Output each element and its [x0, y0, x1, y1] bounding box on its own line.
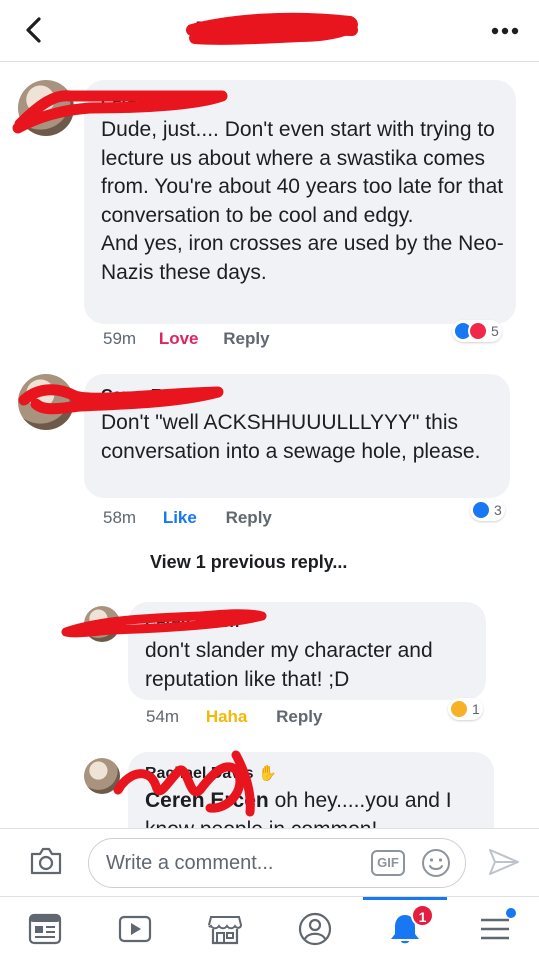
- reply-button[interactable]: Reply: [226, 508, 272, 528]
- nav-watch[interactable]: [90, 897, 180, 960]
- nav-notifications[interactable]: [360, 897, 450, 960]
- comment-text: Don't "well ACKSHHUUULLLYYY" this conver…: [101, 409, 501, 466]
- reaction-count: 1: [472, 701, 480, 717]
- like-reaction-icon: [471, 500, 491, 520]
- comment-actions: 58m Like Reply: [103, 508, 272, 528]
- view-previous-replies-link[interactable]: View 1 previous reply...: [150, 552, 347, 573]
- reaction-count: 5: [491, 323, 499, 339]
- comment-actions: 59m Love Reply: [103, 329, 270, 349]
- avatar[interactable]: [84, 606, 120, 642]
- bottom-navigation: [0, 896, 539, 960]
- nav-menu[interactable]: [450, 897, 539, 960]
- comment-text-line: Dude, just.... Don't even start with try…: [101, 118, 504, 284]
- active-tab-indicator: [363, 897, 447, 900]
- notification-badge: 1: [411, 904, 434, 927]
- comment-time: 59m: [103, 329, 137, 348]
- haha-reaction-icon: [449, 699, 469, 719]
- haha-button[interactable]: Haha: [206, 707, 248, 727]
- comment-input[interactable]: Write a comment... GIF: [88, 838, 466, 888]
- reaction-summary[interactable]: 5: [452, 320, 502, 342]
- comment-text: don't slander my character and reputatio…: [145, 637, 480, 694]
- gif-button[interactable]: GIF: [371, 850, 405, 876]
- comment-author[interactable]: Rachael Davis ✋: [145, 764, 277, 783]
- comment-author[interactable]: Ceren Ercen: [101, 387, 195, 405]
- send-icon[interactable]: [487, 846, 521, 878]
- reply-button[interactable]: Reply: [276, 707, 322, 727]
- reply-button[interactable]: Reply: [223, 329, 269, 349]
- like-button[interactable]: Like: [163, 508, 197, 528]
- avatar[interactable]: [84, 758, 120, 794]
- comment-input-placeholder: Write a comment...: [106, 852, 274, 874]
- camera-icon[interactable]: [28, 845, 64, 877]
- avatar[interactable]: [18, 80, 74, 136]
- nav-profile[interactable]: [270, 897, 360, 960]
- comment-composer: Write a comment... GIF: [0, 828, 539, 896]
- comment-actions: 54m Haha Reply: [146, 707, 322, 727]
- love-button[interactable]: Love: [159, 329, 199, 349]
- comment-text-line: Don't "well ACKSHHUUULLLYYY" this conver…: [101, 411, 481, 463]
- menu-indicator-dot: [506, 908, 516, 918]
- marketplace-icon: [208, 916, 243, 945]
- comment-text: Dude, just.... Don't even start with try…: [101, 116, 511, 287]
- header: Rachael's Post: [0, 0, 539, 62]
- comment-author[interactable]: Ceren Ercen: [145, 614, 239, 632]
- author-name: Rachael Davis: [145, 765, 254, 782]
- comment-time: 58m: [103, 508, 137, 527]
- nav-news-feed[interactable]: [0, 897, 90, 960]
- comment-author[interactable]: Ceren Ercen: [101, 93, 195, 111]
- mention-link[interactable]: Ceren Ercen: [145, 789, 269, 812]
- news-feed-icon: [28, 913, 62, 945]
- reaction-count: 3: [494, 502, 502, 518]
- emoji-icon[interactable]: [421, 848, 451, 878]
- reaction-summary[interactable]: 3: [470, 499, 505, 521]
- profile-icon: [298, 912, 332, 946]
- more-horizontal-icon[interactable]: [491, 26, 519, 36]
- love-reaction-icon: [468, 321, 488, 341]
- reaction-summary[interactable]: 1: [448, 698, 483, 720]
- watch-icon: [118, 915, 152, 943]
- page-title: Rachael's Post: [195, 18, 344, 41]
- waving-hand-icon: ✋: [257, 765, 277, 782]
- comment-text-line: don't slander my character and reputatio…: [145, 639, 433, 691]
- comment-time: 54m: [146, 707, 180, 726]
- comment-text-line: oh hey.....you and I: [274, 789, 452, 812]
- avatar[interactable]: [18, 374, 74, 430]
- nav-marketplace[interactable]: [180, 897, 270, 960]
